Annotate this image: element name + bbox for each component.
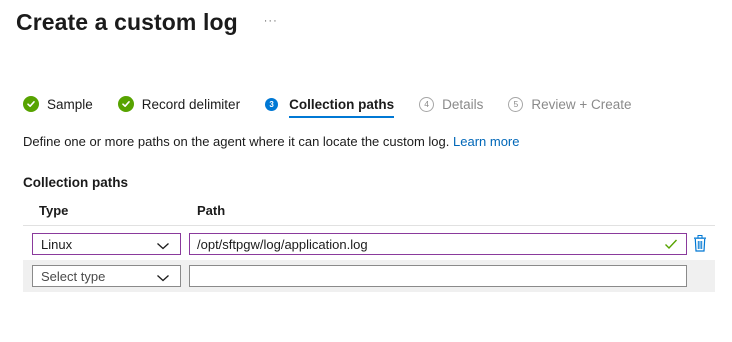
description: Define one or more paths on the agent wh… bbox=[23, 134, 519, 149]
step-label: Review + Create bbox=[531, 96, 632, 112]
step-sample[interactable]: Sample bbox=[23, 96, 93, 112]
step-collection-paths[interactable]: 3 Collection paths bbox=[265, 96, 395, 118]
step-label: Collection paths bbox=[289, 96, 395, 118]
section-title: Collection paths bbox=[23, 175, 129, 190]
step-label: Sample bbox=[47, 96, 93, 112]
wizard-steps: Sample Record delimiter 3 Collection pat… bbox=[23, 94, 657, 118]
table-row: Linux /opt/sftpgw/log/application.log bbox=[23, 228, 715, 260]
learn-more-link[interactable]: Learn more bbox=[453, 134, 519, 149]
type-select[interactable]: Select type bbox=[32, 265, 181, 287]
header-divider bbox=[23, 225, 715, 226]
step-details[interactable]: 4 Details bbox=[419, 96, 484, 112]
trash-icon bbox=[694, 235, 706, 252]
step-number-badge: 3 bbox=[265, 97, 279, 111]
step-label: Record delimiter bbox=[141, 96, 241, 112]
delete-row-button[interactable] bbox=[693, 235, 707, 257]
type-select-placeholder: Select type bbox=[41, 268, 106, 284]
chevron-down-icon bbox=[156, 239, 170, 254]
table-row: Select type bbox=[23, 260, 715, 292]
step-number-badge: 5 bbox=[508, 96, 524, 112]
type-select-value: Linux bbox=[41, 236, 73, 252]
path-input[interactable]: /opt/sftpgw/log/application.log bbox=[189, 233, 687, 255]
type-select[interactable]: Linux bbox=[32, 233, 181, 255]
column-header-path: Path bbox=[197, 203, 226, 218]
page-title: Create a custom log bbox=[16, 9, 238, 35]
check-circle-icon bbox=[23, 96, 39, 112]
valid-check-icon bbox=[664, 238, 678, 253]
step-record-delimiter[interactable]: Record delimiter bbox=[117, 96, 241, 112]
step-number-badge: 4 bbox=[419, 96, 435, 112]
step-label: Details bbox=[442, 96, 484, 112]
chevron-down-icon bbox=[156, 271, 170, 286]
more-options-button[interactable]: ··· bbox=[264, 15, 278, 27]
check-circle-icon bbox=[117, 96, 134, 112]
create-custom-log-page: Create a custom log ··· Sample Record de… bbox=[0, 0, 732, 342]
step-review-create[interactable]: 5 Review + Create bbox=[508, 96, 632, 112]
path-input-value: /opt/sftpgw/log/application.log bbox=[197, 236, 368, 252]
description-text: Define one or more paths on the agent wh… bbox=[23, 134, 450, 149]
title-row: Create a custom log ··· bbox=[16, 9, 278, 36]
path-input[interactable] bbox=[189, 265, 687, 287]
column-header-type: Type bbox=[39, 203, 69, 218]
